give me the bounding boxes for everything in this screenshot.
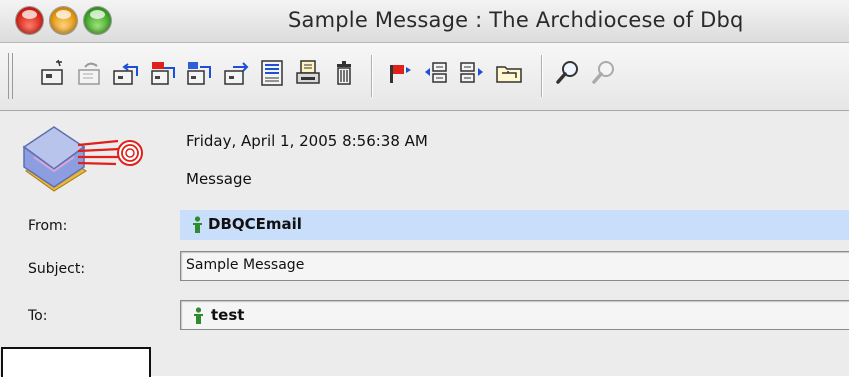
- forward-icon[interactable]: [148, 56, 178, 90]
- toolbar-separator: [371, 55, 373, 97]
- zoom-button[interactable]: [84, 7, 111, 34]
- subject-field[interactable]: Sample Message: [180, 251, 849, 281]
- close-button[interactable]: [16, 7, 43, 34]
- to-label: To:: [28, 308, 48, 324]
- to-value: test: [211, 306, 245, 324]
- toolbar-grip[interactable]: [8, 53, 13, 99]
- reply-icon[interactable]: [75, 56, 105, 90]
- list-icon[interactable]: [257, 56, 287, 90]
- print-icon[interactable]: [293, 56, 323, 90]
- magnifier-disabled-icon[interactable]: [589, 56, 619, 90]
- message-kind: Message: [186, 170, 252, 188]
- to-field[interactable]: test: [180, 300, 849, 330]
- message-window: Sample Message : The Archdiocese of Dbq: [0, 0, 849, 377]
- toolbar-separator: [541, 55, 543, 97]
- person-icon: [194, 307, 203, 324]
- reply-all-icon[interactable]: [111, 56, 141, 90]
- mail-stamp-icon: [22, 126, 143, 192]
- from-label: From:: [28, 218, 68, 234]
- toolbar: [0, 43, 849, 111]
- flag-icon[interactable]: [385, 56, 415, 90]
- send-icon[interactable]: [221, 56, 251, 90]
- trash-icon[interactable]: [329, 56, 359, 90]
- subject-value: Sample Message: [186, 257, 305, 273]
- compose-icon[interactable]: [38, 56, 68, 90]
- window-title: Sample Message : The Archdiocese of Dbq: [288, 8, 744, 32]
- previous-icon[interactable]: [421, 56, 451, 90]
- from-field[interactable]: DBQCEmail: [180, 210, 849, 240]
- title-bar[interactable]: Sample Message : The Archdiocese of Dbq: [0, 0, 849, 43]
- person-icon: [193, 216, 202, 233]
- subject-label: Subject:: [28, 261, 86, 277]
- magnifier-icon[interactable]: [553, 56, 583, 90]
- folder-icon[interactable]: [494, 56, 524, 90]
- message-body-pane[interactable]: [1, 347, 151, 377]
- message-header: Friday, April 1, 2005 8:56:38 AM Message…: [0, 111, 849, 377]
- forward-as-icon[interactable]: [184, 56, 214, 90]
- from-value: DBQCEmail: [208, 215, 302, 233]
- message-date: Friday, April 1, 2005 8:56:38 AM: [186, 132, 428, 150]
- next-icon[interactable]: [457, 56, 487, 90]
- minimize-button[interactable]: [50, 7, 77, 34]
